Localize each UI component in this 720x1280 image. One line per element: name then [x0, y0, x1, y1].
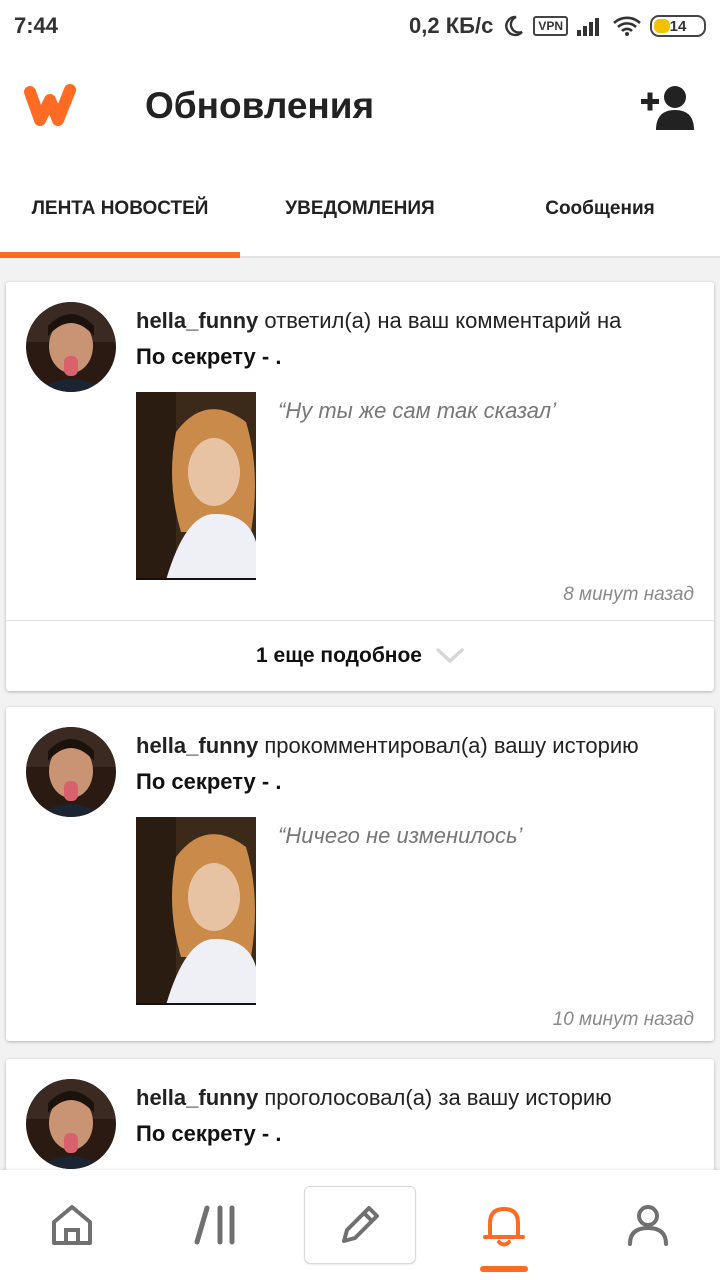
battery-level: 14 — [669, 17, 687, 35]
write-button[interactable] — [304, 1186, 416, 1264]
avatar[interactable] — [26, 727, 116, 817]
story-title-link[interactable]: По секрету - . — [136, 769, 281, 795]
signal-icon — [577, 18, 599, 36]
notification-text: hella_funny прокомментировал(а) вашу ист… — [136, 733, 639, 759]
add-friend-icon[interactable] — [638, 82, 698, 132]
network-speed: 0,2 КБ/с — [409, 13, 494, 38]
active-tab-indicator — [480, 1266, 528, 1272]
action-text: проголосовал(а) за вашу историю — [264, 1085, 612, 1110]
page-title: Обновления — [145, 85, 375, 126]
tab-bar: ЛЕНТА НОВОСТЕЙ УВЕДОМЛЕНИЯ Сообщения — [0, 162, 720, 258]
nav-home[interactable] — [0, 1170, 144, 1280]
show-more-label: 1 еще подобное — [256, 644, 422, 667]
moon-icon — [505, 15, 524, 37]
notification-feed: hella_funny ответил(а) на ваш комментари… — [0, 260, 720, 1170]
story-cover[interactable] — [136, 392, 256, 580]
profile-icon — [628, 1205, 668, 1246]
show-more-button[interactable]: 1 еще подобное — [6, 621, 714, 691]
comment-quote: “Ну ты же сам так сказал’ — [278, 398, 557, 423]
nav-library[interactable] — [144, 1170, 288, 1280]
bottom-nav — [0, 1170, 720, 1280]
app-bar: Обновления — [0, 52, 720, 162]
chevron-down-icon — [436, 648, 464, 664]
notification-card[interactable]: hella_funny проголосовал(а) за вашу исто… — [6, 1059, 714, 1170]
library-icon — [194, 1205, 235, 1245]
status-time: 7:44 — [14, 13, 59, 38]
status-bar: 7:44 0,2 КБ/с VPN 14 — [0, 0, 720, 52]
notification-text: hella_funny ответил(а) на ваш комментари… — [136, 308, 621, 334]
timestamp: 10 минут назад — [552, 1009, 694, 1030]
tab-notifications[interactable]: УВЕДОМЛЕНИЯ — [240, 162, 480, 256]
tab-news-feed[interactable]: ЛЕНТА НОВОСТЕЙ — [0, 162, 240, 258]
action-text: ответил(а) на ваш комментарий на — [264, 308, 622, 333]
wattpad-logo[interactable] — [24, 82, 88, 128]
story-title-link[interactable]: По секрету - . — [136, 1121, 281, 1147]
comment-quote: “Ничего не изменилось’ — [278, 823, 523, 848]
nav-profile[interactable] — [576, 1170, 720, 1280]
story-title-link[interactable]: По секрету - . — [136, 344, 281, 370]
timestamp: 8 минут назад — [563, 584, 694, 605]
username-link[interactable]: hella_funny — [136, 733, 258, 758]
notification-card[interactable]: hella_funny ответил(а) на ваш комментари… — [6, 282, 714, 691]
nav-notifications[interactable] — [432, 1170, 576, 1280]
action-text: прокомментировал(а) вашу историю — [264, 733, 639, 758]
home-icon — [52, 1205, 92, 1245]
avatar[interactable] — [26, 302, 116, 392]
status-indicators: 0,2 КБ/с VPN 14 — [409, 13, 706, 39]
tab-messages[interactable]: Сообщения — [480, 162, 720, 256]
notification-text: hella_funny проголосовал(а) за вашу исто… — [136, 1085, 612, 1111]
username-link[interactable]: hella_funny — [136, 1085, 258, 1110]
wifi-icon — [613, 16, 641, 36]
story-cover[interactable] — [136, 817, 256, 1005]
avatar[interactable] — [26, 1079, 116, 1169]
notifications-icon — [483, 1207, 525, 1247]
nav-write[interactable] — [288, 1170, 432, 1280]
battery-icon: 14 — [650, 15, 706, 37]
vpn-badge: VPN — [533, 16, 568, 36]
notification-card[interactable]: hella_funny прокомментировал(а) вашу ист… — [6, 707, 714, 1041]
write-icon — [342, 1206, 379, 1243]
username-link[interactable]: hella_funny — [136, 308, 258, 333]
